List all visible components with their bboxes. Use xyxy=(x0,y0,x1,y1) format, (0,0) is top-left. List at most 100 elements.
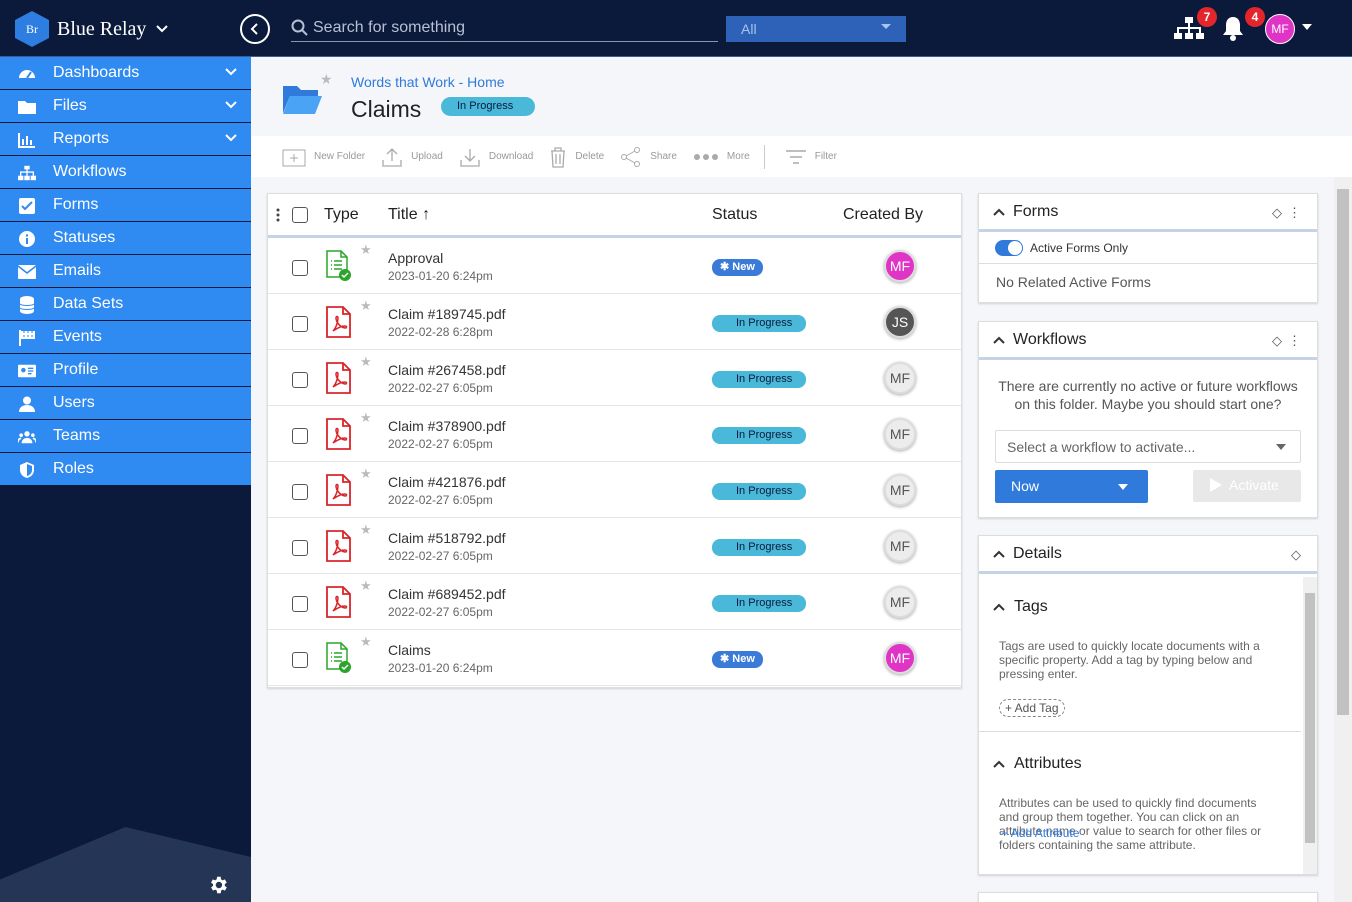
table-row[interactable]: ★ Claim #267458.pdf 2022-02-27 6:05pm In Pr… xyxy=(268,350,961,406)
download-button[interactable]: Download xyxy=(459,146,533,168)
status-badge[interactable]: ✱ New xyxy=(712,651,763,668)
filter-button[interactable]: Filter xyxy=(785,149,837,165)
file-title[interactable]: Claim #421876.pdf xyxy=(388,474,506,490)
sidebar-item-workflows[interactable]: Workflows xyxy=(0,156,251,189)
file-title[interactable]: Claim #378900.pdf xyxy=(388,418,506,434)
active-forms-toggle[interactable] xyxy=(995,239,1023,256)
new-folder-button[interactable]: New Folder xyxy=(282,147,365,167)
creator-avatar[interactable]: JS xyxy=(884,306,916,338)
sidebar-item-events[interactable]: Events xyxy=(0,321,251,354)
favorite-star-icon[interactable]: ★ xyxy=(320,71,333,88)
reorder-icon[interactable]: ◇ xyxy=(1272,205,1282,221)
status-badge[interactable]: In Progress xyxy=(712,483,806,500)
table-row[interactable]: ★ Claim #421876.pdf 2022-02-27 6:05pm In Pr… xyxy=(268,462,961,518)
workflows-panel-header[interactable]: Workflows ◇ ⋮ xyxy=(979,322,1317,360)
sidebar-item-roles[interactable]: Roles xyxy=(0,453,251,486)
table-row[interactable]: ★ Approval 2023-01-20 6:24pm ✱ New MF xyxy=(268,238,961,294)
workflow-select[interactable]: Select a workflow to activate... xyxy=(995,430,1301,463)
share-button[interactable]: Share xyxy=(620,146,677,168)
chevron-down-icon[interactable] xyxy=(225,101,237,109)
favorite-star-icon[interactable]: ★ xyxy=(360,298,372,314)
row-checkbox[interactable] xyxy=(292,260,308,276)
creator-avatar[interactable]: MF xyxy=(884,362,916,394)
chevron-up-icon[interactable] xyxy=(993,603,1005,611)
favorite-star-icon[interactable]: ★ xyxy=(360,354,372,370)
folder-status-badge[interactable]: In Progress xyxy=(441,97,535,116)
chevron-down-icon[interactable] xyxy=(225,134,237,142)
workflow-timing-dropdown[interactable]: Now xyxy=(995,470,1148,503)
more-button[interactable]: More xyxy=(693,151,750,162)
sidebar-item-dashboards[interactable]: Dashboards xyxy=(0,57,251,90)
file-title[interactable]: Claim #518792.pdf xyxy=(388,530,506,546)
creator-avatar[interactable]: MF xyxy=(884,642,916,674)
activate-button[interactable]: Activate xyxy=(1193,470,1301,502)
status-badge[interactable]: In Progress xyxy=(712,427,806,444)
table-row[interactable]: ★ Claims 2023-01-20 6:24pm ✱ New MF xyxy=(268,630,961,686)
chevron-up-icon[interactable] xyxy=(993,336,1005,344)
sidebar-item-files[interactable]: Files xyxy=(0,90,251,123)
column-created-by[interactable]: Created By xyxy=(843,206,923,224)
table-row[interactable]: ★ Claim #189745.pdf 2022-02-28 6:28pm In Pr… xyxy=(268,294,961,350)
column-type[interactable]: Type xyxy=(324,206,359,224)
chevron-down-icon[interactable] xyxy=(225,68,237,76)
chevron-up-icon[interactable] xyxy=(993,760,1005,768)
add-attribute-button[interactable]: + Add Attribute xyxy=(1001,826,1079,840)
status-badge[interactable]: In Progress xyxy=(712,595,806,612)
details-scrollbar[interactable] xyxy=(1303,577,1317,874)
sidebar-item-profile[interactable]: Profile xyxy=(0,354,251,387)
panel-menu-icon[interactable]: ⋮ xyxy=(1288,333,1301,349)
row-checkbox[interactable] xyxy=(292,484,308,500)
file-title[interactable]: Approval xyxy=(388,250,443,266)
chevron-up-icon[interactable] xyxy=(993,208,1005,216)
row-checkbox[interactable] xyxy=(292,316,308,332)
table-row[interactable]: ★ Claim #689452.pdf 2022-02-27 6:05pm In Pr… xyxy=(268,574,961,630)
sidebar-item-users[interactable]: Users xyxy=(0,387,251,420)
status-badge[interactable]: In Progress xyxy=(712,371,806,388)
column-status[interactable]: Status xyxy=(712,206,757,224)
details-scrollbar-thumb[interactable] xyxy=(1305,593,1315,843)
table-row[interactable]: ★ Claim #518792.pdf 2022-02-27 6:05pm In Pr… xyxy=(268,518,961,574)
reorder-icon[interactable]: ◇ xyxy=(1291,547,1301,563)
row-checkbox[interactable] xyxy=(292,652,308,668)
tags-section-header[interactable]: Tags xyxy=(993,598,1048,616)
sidebar-item-statuses[interactable]: Statuses xyxy=(0,222,251,255)
creator-avatar[interactable]: MF xyxy=(884,250,916,282)
search-scope-select[interactable]: All xyxy=(726,16,906,42)
file-title[interactable]: Claim #189745.pdf xyxy=(388,306,506,322)
collapse-sidebar-button[interactable] xyxy=(240,14,270,44)
favorite-star-icon[interactable]: ★ xyxy=(360,466,372,482)
row-checkbox[interactable] xyxy=(292,596,308,612)
notifications-button[interactable]: 4 xyxy=(1221,7,1265,46)
file-title[interactable]: Claim #267458.pdf xyxy=(388,362,506,378)
creator-avatar[interactable]: MF xyxy=(884,418,916,450)
user-menu-chevron-icon[interactable] xyxy=(1302,24,1312,30)
delete-button[interactable]: Delete xyxy=(549,146,604,168)
panel-menu-icon[interactable]: ⋮ xyxy=(1288,205,1301,221)
main-scrollbar-thumb[interactable] xyxy=(1337,189,1349,715)
sidebar-item-forms[interactable]: Forms xyxy=(0,189,251,222)
row-checkbox[interactable] xyxy=(292,372,308,388)
breadcrumb[interactable]: Words that Work - Home xyxy=(351,74,505,90)
main-scrollbar[interactable] xyxy=(1334,177,1352,902)
status-badge[interactable]: ✱ New xyxy=(712,259,763,276)
sidebar-item-teams[interactable]: Teams xyxy=(0,420,251,453)
favorite-star-icon[interactable]: ★ xyxy=(360,634,372,650)
sidebar-item-reports[interactable]: Reports xyxy=(0,123,251,156)
row-checkbox[interactable] xyxy=(292,428,308,444)
file-title[interactable]: Claims xyxy=(388,642,431,658)
details-panel-header[interactable]: Details ◇ xyxy=(979,536,1317,574)
attributes-section-header[interactable]: Attributes xyxy=(993,755,1082,773)
favorite-star-icon[interactable]: ★ xyxy=(360,410,372,426)
table-row[interactable]: ★ Claim #378900.pdf 2022-02-27 6:05pm In Pr… xyxy=(268,406,961,462)
select-all-checkbox[interactable] xyxy=(292,207,308,223)
file-title[interactable]: Claim #689452.pdf xyxy=(388,586,506,602)
favorite-star-icon[interactable]: ★ xyxy=(360,522,372,538)
creator-avatar[interactable]: MF xyxy=(884,586,916,618)
reorder-icon[interactable]: ◇ xyxy=(1272,333,1282,349)
sidebar-item-data-sets[interactable]: Data Sets xyxy=(0,288,251,321)
column-menu-icon[interactable] xyxy=(276,208,280,222)
creator-avatar[interactable]: MF xyxy=(884,530,916,562)
column-title[interactable]: Title ↑ xyxy=(388,206,430,224)
gear-icon[interactable] xyxy=(207,874,229,896)
row-checkbox[interactable] xyxy=(292,540,308,556)
